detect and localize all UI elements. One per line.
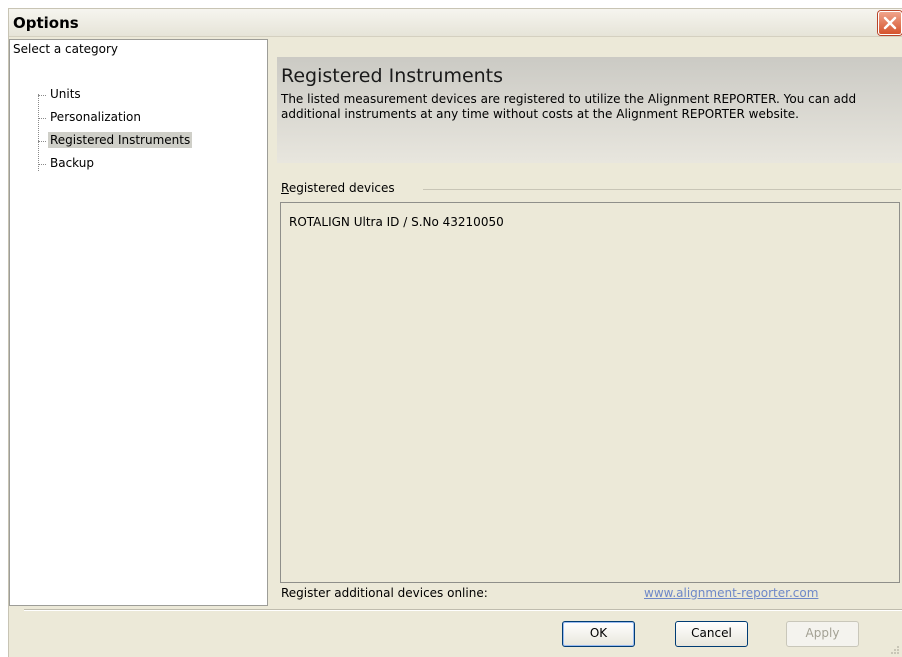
register-label: Register additional devices online: <box>281 586 488 600</box>
apply-button[interactable]: Apply <box>786 621 859 647</box>
tree-branch <box>38 118 46 119</box>
category-pane: Select a category Units Personalization … <box>9 39 268 606</box>
registered-devices-label: Registered devices <box>281 181 395 195</box>
tree-item-label: Personalization <box>50 110 141 124</box>
close-button[interactable] <box>878 11 902 35</box>
panel-description: The listed measurement devices are regis… <box>281 92 857 121</box>
title-bar: Options <box>9 9 902 37</box>
register-link[interactable]: www.alignment-reporter.com <box>644 586 818 600</box>
tree-item-label: Units <box>50 87 81 101</box>
list-item[interactable]: ROTALIGN Ultra ID / S.No 43210050 <box>289 215 504 229</box>
group-divider <box>423 189 901 190</box>
tree-item-label: Registered Instruments <box>48 132 193 148</box>
tree-connector <box>38 94 39 171</box>
tree-branch <box>38 95 46 96</box>
accelerator-key: R <box>281 181 289 195</box>
devices-list[interactable]: ROTALIGN Ultra ID / S.No 43210050 <box>280 202 900 583</box>
group-label-text: egistered devices <box>288 181 395 195</box>
tree-item-label: Backup <box>50 156 94 170</box>
panel-header: Registered Instruments The listed measur… <box>277 57 902 163</box>
cancel-button[interactable]: Cancel <box>675 621 748 647</box>
ok-button[interactable]: OK <box>562 621 635 647</box>
settings-panel: Registered Instruments The listed measur… <box>277 57 902 605</box>
tree-branch <box>38 164 46 165</box>
panel-title: Registered Instruments <box>281 65 504 87</box>
category-label: Select a category <box>13 42 119 56</box>
tree-branch <box>38 141 46 142</box>
close-icon <box>883 16 897 30</box>
window-title: Options <box>13 14 79 32</box>
options-dialog: Options Select a category Units Personal… <box>8 8 902 657</box>
resize-grip-icon[interactable] <box>890 645 900 655</box>
footer-separator-highlight <box>24 610 902 611</box>
